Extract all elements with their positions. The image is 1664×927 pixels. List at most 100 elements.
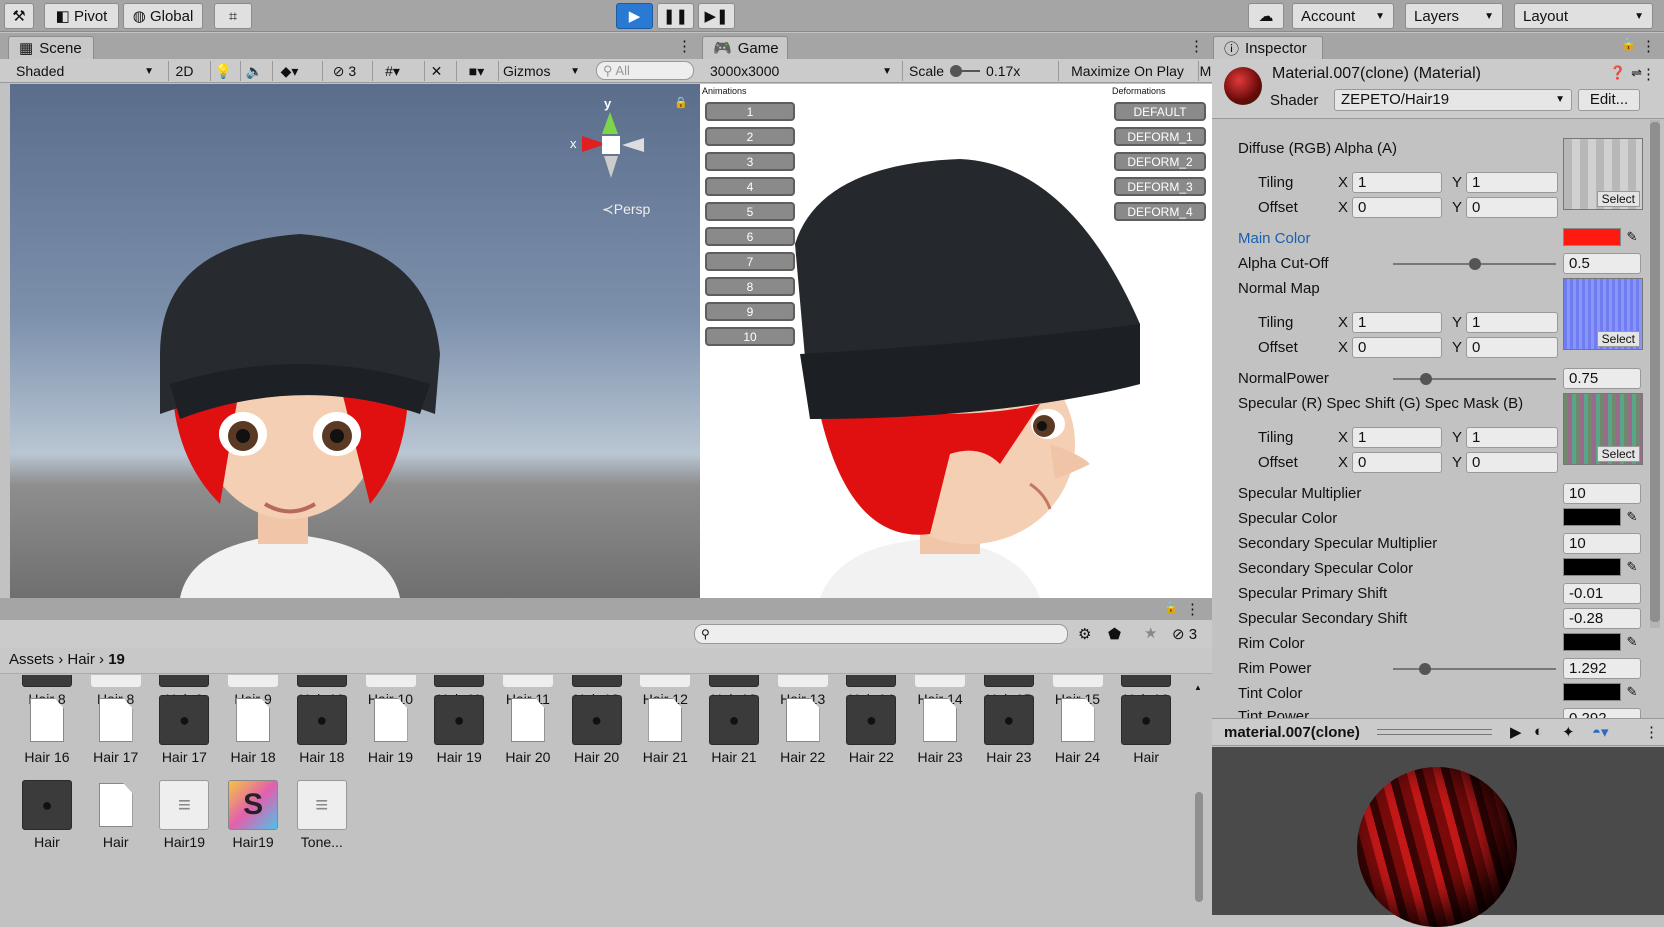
normal-tiling-y[interactable]: 1 (1466, 312, 1558, 333)
asset-item[interactable]: Hair 23 (906, 695, 974, 765)
game-viewport[interactable]: Animations Deformations 1 2 3 4 5 6 7 8 9 10 DEFA… (700, 84, 1212, 598)
eyedropper-icon[interactable]: ✎ (1622, 558, 1642, 576)
sec-spec-color-swatch[interactable] (1563, 558, 1621, 576)
camera-icon[interactable]: ■▾ (456, 61, 496, 81)
asset-item[interactable]: ● Hair 20 (563, 695, 631, 765)
resolution-dropdown[interactable]: 3000x3000 ▼ (704, 61, 898, 81)
lights-icon[interactable]: ✦ (1562, 723, 1575, 741)
breadcrumb-hair[interactable]: Hair (67, 651, 95, 668)
animation-button-8[interactable]: 8 (705, 277, 795, 296)
play-button[interactable]: ▶ (616, 3, 653, 29)
step-button[interactable]: ▶❚ (698, 3, 735, 29)
layers-dropdown[interactable]: Layers ▼ (1405, 3, 1503, 29)
asset-item[interactable]: ● Hair 18 (288, 695, 356, 765)
lock-icon[interactable]: 🔒 (674, 96, 688, 109)
normal-tiling-x[interactable]: 1 (1352, 312, 1442, 333)
label-icon[interactable]: ⬟ (1108, 625, 1121, 643)
alpha-cutoff-slider[interactable] (1393, 258, 1556, 270)
normal-power-slider[interactable] (1393, 373, 1556, 385)
more-options-icon[interactable]: ⋮ (1185, 600, 1200, 618)
lighting-icon[interactable]: 💡 (210, 61, 236, 81)
pivot-button[interactable]: ◧ Pivot (44, 3, 119, 29)
sec-spec-mult-value[interactable]: 10 (1563, 533, 1641, 554)
tint-color-swatch[interactable] (1563, 683, 1621, 701)
eyedropper-icon[interactable]: ✎ (1622, 633, 1642, 651)
deformation-button-deform_4[interactable]: DEFORM_4 (1114, 202, 1206, 221)
breadcrumb-19[interactable]: 19 (108, 651, 125, 668)
animation-button-7[interactable]: 7 (705, 252, 795, 271)
animation-button-5[interactable]: 5 (705, 202, 795, 221)
preview-resize-handle[interactable] (1377, 729, 1492, 735)
persp-label[interactable]: ≺Persp (602, 201, 650, 218)
shader-dropdown[interactable]: ZEPETO/Hair19 ▼ (1334, 89, 1572, 111)
effects-icon[interactable]: ◆▾ (272, 61, 306, 81)
specular-texture-slot[interactable]: Select (1563, 393, 1643, 465)
lock-icon[interactable]: 🔒 (1164, 601, 1178, 614)
tools-settings-icon[interactable]: ✕ (424, 61, 448, 81)
asset-scrollbar[interactable]: ▲ (1194, 683, 1204, 903)
spec-offset-y[interactable]: 0 (1466, 452, 1558, 473)
favorite-icon[interactable]: ★ (1144, 624, 1157, 642)
breadcrumb-assets[interactable]: Assets (9, 651, 54, 668)
grid-snap-button[interactable]: ⌗ (214, 3, 252, 29)
shading-dropdown[interactable]: Shaded ▼ (10, 61, 160, 81)
main-color-swatch[interactable] (1563, 228, 1621, 246)
account-dropdown[interactable]: Account ▼ (1292, 3, 1394, 29)
asset-item[interactable]: ● Hair 23 (975, 695, 1043, 765)
deformation-button-deform_1[interactable]: DEFORM_1 (1114, 127, 1206, 146)
spec-offset-x[interactable]: 0 (1352, 452, 1442, 473)
eyedropper-icon[interactable]: ✎ (1622, 683, 1642, 701)
more-options-icon[interactable]: ⋮ (677, 37, 692, 55)
layout-dropdown[interactable]: Layout ▼ (1514, 3, 1653, 29)
asset-item[interactable]: ● Hair 21 (700, 695, 768, 765)
animation-button-2[interactable]: 2 (705, 127, 795, 146)
more-options-icon[interactable]: ⋮ (1644, 723, 1659, 741)
spec-primary-shift-value[interactable]: -0.01 (1563, 583, 1641, 604)
asset-item[interactable]: ● Hair 22 (837, 695, 905, 765)
spec-tiling-x[interactable]: 1 (1352, 427, 1442, 448)
asset-item[interactable]: Hair 24 (1044, 695, 1112, 765)
eyedropper-icon[interactable]: ✎ (1622, 508, 1642, 526)
rim-power-slider[interactable] (1393, 663, 1556, 675)
preview-shape-icon[interactable]: ◓▾ (1592, 723, 1609, 741)
normal-texture-slot[interactable]: Select (1563, 278, 1643, 350)
animation-button-6[interactable]: 6 (705, 227, 795, 246)
normal-offset-y[interactable]: 0 (1466, 337, 1558, 358)
play-icon[interactable]: ▶ (1510, 723, 1522, 741)
diffuse-tiling-x[interactable]: 1 (1352, 172, 1442, 193)
more-options-icon[interactable]: ⋮ (1641, 65, 1656, 83)
tab-game[interactable]: 🎮 Game (702, 36, 788, 59)
diffuse-tiling-y[interactable]: 1 (1466, 172, 1558, 193)
deformation-button-deform_2[interactable]: DEFORM_2 (1114, 152, 1206, 171)
pause-button[interactable]: ❚❚ (657, 3, 694, 29)
material-preview[interactable] (1212, 747, 1664, 927)
more-options-icon[interactable]: ⋮ (1189, 37, 1204, 55)
hidden-objects-toggle[interactable]: ⊘ 3 (322, 61, 366, 81)
alpha-cutoff-value[interactable]: 0.5 (1563, 253, 1641, 274)
tint-power-value[interactable]: 0.292 (1563, 708, 1641, 718)
global-button[interactable]: ◍ Global (123, 3, 203, 29)
rim-color-swatch[interactable] (1563, 633, 1621, 651)
hidden-packages-toggle[interactable]: ⊘ 3 (1172, 625, 1197, 643)
lock-icon[interactable]: 🔒 (1621, 37, 1636, 51)
mode-2d-toggle[interactable]: 2D (168, 61, 200, 81)
sphere-icon[interactable]: ◐ (1534, 723, 1543, 740)
asset-item[interactable]: Hair 17 (82, 695, 150, 765)
filter-by-type-icon[interactable]: ⚙ (1078, 625, 1091, 643)
inspector-scrollbar[interactable] (1650, 120, 1660, 628)
asset-item[interactable]: Hair 18 (219, 695, 287, 765)
scene-viewport[interactable]: y x ≺Persp 🔒 (10, 84, 700, 598)
animation-button-10[interactable]: 10 (705, 327, 795, 346)
tab-scene[interactable]: ▦ Scene (8, 36, 94, 59)
animation-button-1[interactable]: 1 (705, 102, 795, 121)
more-options-icon[interactable]: ⋮ (1641, 37, 1656, 55)
more-toggles[interactable]: M (1198, 61, 1212, 81)
scroll-up-icon[interactable]: ▲ (1194, 683, 1204, 692)
scene-search-input[interactable]: ⚲ All (596, 61, 694, 80)
deformation-button-default[interactable]: DEFAULT (1114, 102, 1206, 121)
spec-mult-value[interactable]: 10 (1563, 483, 1641, 504)
asset-item[interactable]: ● Hair (1112, 695, 1180, 765)
scale-slider[interactable]: Scale 0.17x (902, 61, 1052, 81)
asset-item[interactable]: ≡ Hair19 (150, 780, 218, 850)
diffuse-offset-y[interactable]: 0 (1466, 197, 1558, 218)
